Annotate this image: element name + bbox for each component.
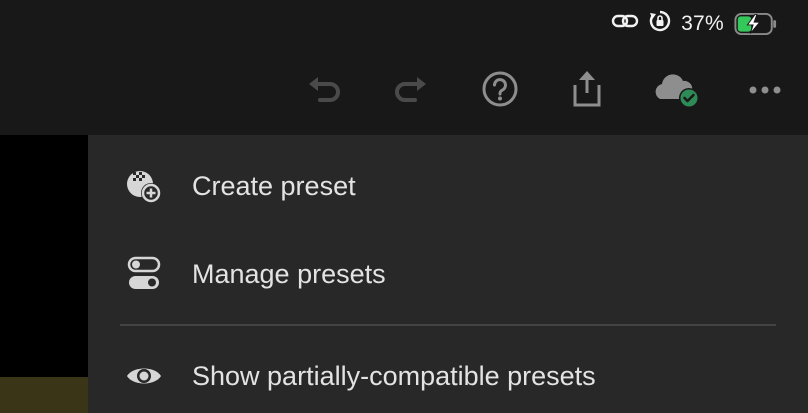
link-icon bbox=[611, 11, 639, 37]
help-button[interactable] bbox=[477, 68, 523, 114]
menu-item-manage-presets[interactable]: Manage presets bbox=[88, 239, 808, 309]
create-preset-icon bbox=[124, 166, 164, 206]
photo-strip bbox=[0, 377, 88, 413]
more-button[interactable] bbox=[742, 68, 788, 114]
redo-icon bbox=[391, 74, 429, 109]
menu-item-label: Show partially-compatible presets bbox=[192, 360, 596, 391]
menu-item-label: Manage presets bbox=[192, 258, 386, 289]
menu-item-label: Create preset bbox=[192, 170, 356, 201]
status-bar: 37% bbox=[611, 10, 778, 38]
menu-divider bbox=[120, 324, 776, 326]
more-icon bbox=[747, 82, 783, 100]
share-icon bbox=[567, 69, 607, 114]
undo-icon bbox=[306, 74, 344, 109]
battery-charging-icon bbox=[734, 12, 778, 35]
menu-item-create-preset[interactable]: Create preset bbox=[88, 151, 808, 221]
undo-button[interactable] bbox=[302, 68, 348, 114]
share-button[interactable] bbox=[564, 68, 610, 114]
redo-button[interactable] bbox=[387, 68, 433, 114]
menu-item-show-partially-compatible[interactable]: Show partially-compatible presets bbox=[88, 341, 808, 411]
eye-icon bbox=[124, 356, 164, 396]
cloud-sync-button[interactable] bbox=[650, 68, 704, 114]
cloud-synced-icon bbox=[650, 69, 704, 114]
manage-presets-icon bbox=[124, 254, 164, 294]
battery-percentage: 37% bbox=[681, 12, 724, 35]
orientation-lock-icon bbox=[649, 10, 671, 38]
photo-canvas bbox=[0, 135, 88, 413]
toolbar bbox=[0, 68, 808, 114]
top-bar: 37% bbox=[0, 0, 808, 135]
presets-menu: Create preset Manage presets Show partia… bbox=[88, 135, 808, 413]
help-icon bbox=[481, 70, 519, 113]
